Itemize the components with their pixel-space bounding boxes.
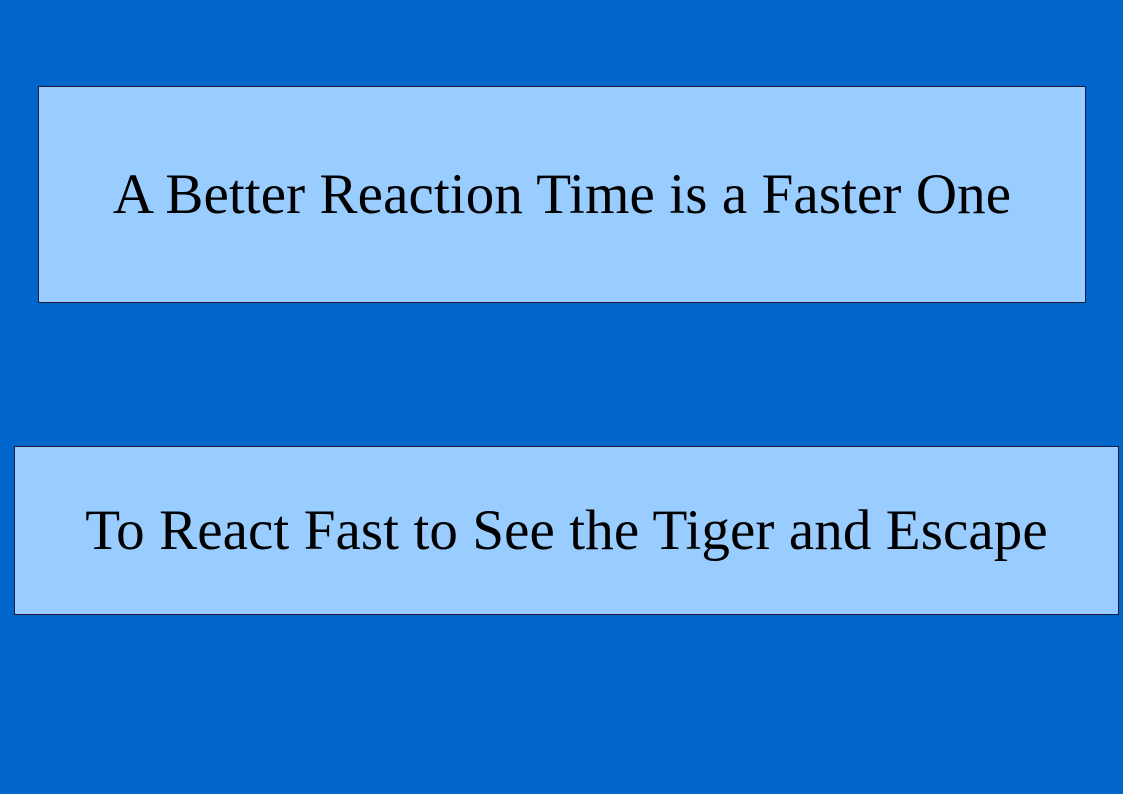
headline-text: A Better Reaction Time is a Faster One	[112, 163, 1012, 226]
headline-box: A Better Reaction Time is a Faster One	[38, 86, 1086, 303]
subheadline-text: To React Fast to See the Tiger and Escap…	[85, 499, 1048, 562]
slide-canvas: A Better Reaction Time is a Faster One T…	[0, 0, 1123, 794]
subheadline-box: To React Fast to See the Tiger and Escap…	[14, 446, 1119, 615]
